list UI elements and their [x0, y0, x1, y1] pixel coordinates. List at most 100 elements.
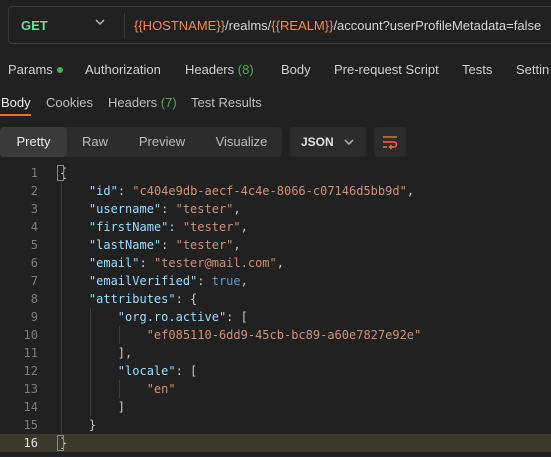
tab-label: Cookies [46, 95, 93, 110]
code-text: "firstName": "tester", [88, 220, 248, 234]
tab-body[interactable]: Body [281, 62, 311, 77]
tab-pre-request-script[interactable]: Pre-request Script [334, 62, 439, 77]
method-select[interactable]: GET [21, 18, 48, 33]
indent-guide [61, 182, 62, 434]
url-variable: {{REALM}} [271, 18, 334, 33]
code-text: "ef085110-6dd9-45cb-bc89-a60e7827e92e" [146, 328, 422, 342]
tab-label: Body [281, 62, 311, 77]
tab-settin[interactable]: Settin [516, 62, 549, 77]
response-tab-test-results[interactable]: Test Results [191, 95, 262, 110]
line-number: 13 [23, 382, 38, 396]
tab-headers[interactable]: Headers (8) [185, 62, 254, 77]
code-text: "username": "tester", [88, 202, 241, 216]
code-line: 2 "id": "c404e9db-aecf-4c4e-8066-c07146d… [0, 182, 551, 200]
code-text: ], [60, 346, 133, 360]
line-number: 11 [23, 346, 38, 360]
tab-label: Params [8, 62, 53, 77]
tab-count: (8) [237, 62, 254, 77]
code-line: 15 } [0, 416, 551, 434]
code-line: 6 "email": "tester@mail.com", [0, 254, 551, 272]
code-text: "email": "tester@mail.com", [88, 256, 284, 270]
line-number: 14 [23, 400, 38, 414]
bracket-match-highlight [57, 165, 64, 181]
code-line: 10 "ef085110-6dd9-45cb-bc89-a60e7827e92e… [0, 326, 551, 344]
code-line: 12 "locale": [ [0, 362, 551, 380]
response-tab-headers[interactable]: Headers (7) [108, 95, 177, 110]
response-tab-body[interactable]: Body [1, 95, 31, 110]
tab-label: Settin [516, 62, 550, 77]
code-line: 11 ], [0, 344, 551, 362]
line-number: 3 [30, 202, 38, 216]
status-dot-icon [56, 66, 63, 73]
request-tabs: Params Authorization Headers (8) Body Pre-re… [0, 62, 551, 80]
wrap-lines-button[interactable] [374, 127, 406, 157]
language-select[interactable]: JSON [290, 127, 366, 157]
url-segment: /realms/ [225, 18, 272, 33]
indent-guide [119, 326, 120, 344]
tab-label: Pre-request Script [334, 62, 439, 77]
code-text: "locale": [ [117, 364, 198, 378]
tab-label: Body [1, 95, 31, 110]
line-number: 15 [23, 418, 38, 432]
line-number: 12 [23, 364, 38, 378]
tab-count: (7) [160, 95, 177, 110]
code-text: "id": "c404e9db-aecf-4c4e-8066-c07146d5b… [88, 184, 415, 198]
indent-guide [90, 308, 91, 416]
code-line: 13 "en" [0, 380, 551, 398]
format-raw-button[interactable]: Raw [67, 127, 123, 157]
code-text: "en" [146, 382, 176, 396]
code-text: } [60, 418, 97, 432]
language-label: JSON [301, 135, 334, 149]
tab-params[interactable]: Params [8, 62, 63, 77]
tab-label: Headers [108, 95, 158, 110]
code-text: "attributes": { [88, 292, 198, 306]
wrap-lines-icon [383, 136, 398, 150]
line-number: 9 [30, 310, 38, 324]
line-number: 10 [23, 328, 38, 342]
code-line: 14 ] [0, 398, 551, 416]
format-pretty-button[interactable]: Pretty [0, 127, 67, 157]
code-text: "emailVerified": true, [88, 274, 248, 288]
bracket-match-highlight [57, 435, 64, 451]
format-visualize-button[interactable]: Visualize [201, 127, 282, 157]
url-divider [124, 13, 125, 39]
response-tab-cookies[interactable]: Cookies [46, 95, 93, 110]
code-line: 5 "lastName": "tester", [0, 236, 551, 254]
url-input[interactable]: {{HOSTNAME}}/realms/{{REALM}}/account?us… [134, 18, 541, 33]
line-number: 6 [30, 256, 38, 270]
line-number: 1 [30, 166, 38, 180]
line-number: 16 [23, 436, 38, 450]
response-body-viewer[interactable]: 1{2 "id": "c404e9db-aecf-4c4e-8066-c0714… [0, 163, 551, 457]
tab-label: Headers [185, 62, 235, 77]
chevron-down-icon[interactable] [93, 15, 107, 29]
code-line: 1{ [0, 164, 551, 182]
format-preview-button[interactable]: Preview [123, 127, 201, 157]
code-text: ] [60, 400, 126, 414]
code-text: "lastName": "tester", [88, 238, 241, 252]
code-text: "org.ro.active": [ [117, 310, 248, 324]
line-number: 5 [30, 238, 38, 252]
code-line: 8 "attributes": { [0, 290, 551, 308]
code-line: 4 "firstName": "tester", [0, 218, 551, 236]
active-tab-underline [0, 114, 31, 116]
response-tabs: Body Cookies Headers (7) Test Results [0, 95, 551, 115]
line-number: 2 [30, 184, 38, 198]
indent-guide [119, 380, 120, 398]
tab-authorization[interactable]: Authorization [85, 62, 161, 77]
code-line: 3 "username": "tester", [0, 200, 551, 218]
line-number: 8 [30, 292, 38, 306]
url-bar: GET {{HOSTNAME}}/realms/{{REALM}}/accoun… [8, 6, 551, 44]
code-line: 16} [0, 434, 551, 452]
tab-label: Test Results [191, 95, 262, 110]
url-segment: /account?userProfileMetadata=false [333, 18, 542, 33]
tab-label: Tests [462, 62, 493, 77]
chevron-down-icon [344, 139, 354, 145]
line-number: 7 [30, 274, 38, 288]
url-variable: {{HOSTNAME}} [134, 18, 226, 33]
tab-tests[interactable]: Tests [462, 62, 492, 77]
code-line: 7 "emailVerified": true, [0, 272, 551, 290]
tab-label: Authorization [85, 62, 161, 77]
line-number: 4 [30, 220, 38, 234]
format-mode-group: Pretty Raw Preview Visualize [0, 127, 282, 157]
code-line: 9 "org.ro.active": [ [0, 308, 551, 326]
